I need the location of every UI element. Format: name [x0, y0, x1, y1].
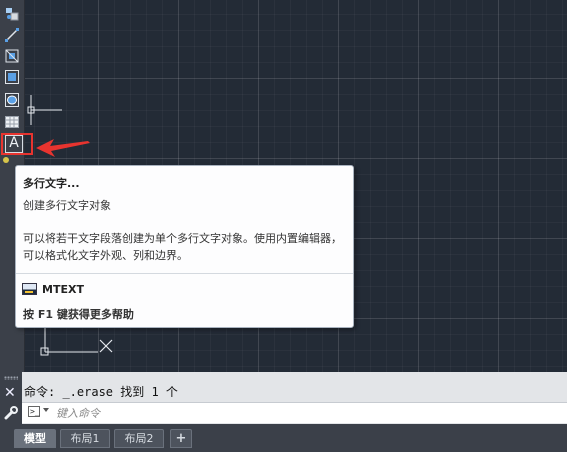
command-history-line: 命令: _.erase 找到 1 个: [24, 385, 178, 399]
close-icon[interactable]: ✕: [4, 386, 16, 400]
multiline-text-button[interactable]: A: [1, 133, 33, 155]
ellipse-icon[interactable]: [3, 91, 21, 109]
drag-handle-icon[interactable]: [4, 376, 18, 380]
tab-layout2[interactable]: 布局2: [114, 429, 164, 448]
command-line-panel: ✕ 命令: _.erase 找到 1 个 >_: [0, 372, 567, 424]
command-window-icon: [22, 283, 37, 295]
command-panel-grip[interactable]: ✕: [0, 372, 22, 424]
more-tools-indicator[interactable]: [3, 157, 9, 163]
line-icon[interactable]: [3, 26, 21, 44]
tooltip-command-name: MTEXT: [42, 283, 84, 296]
command-input[interactable]: [56, 405, 556, 421]
chevron-down-icon[interactable]: [43, 408, 49, 412]
tooltip-subtitle: 创建多行文字对象: [23, 199, 111, 212]
tab-layout1[interactable]: 布局1: [60, 429, 110, 448]
point-style-icon[interactable]: [3, 5, 21, 23]
command-prompt-icon[interactable]: >_: [28, 406, 40, 417]
region-icon[interactable]: [3, 47, 21, 65]
tab-model[interactable]: 模型: [14, 429, 56, 448]
red-arrow-annotation: [36, 139, 90, 157]
tooltip-title: 多行文字...: [23, 177, 80, 190]
tooltip-help-hint: 按 F1 键获得更多帮助: [23, 308, 134, 321]
table-icon[interactable]: [3, 113, 21, 131]
multiline-text-icon: A: [5, 135, 23, 153]
mtext-tooltip: 多行文字... 创建多行文字对象 可以将若干文字段落创建为单个多行文字对象。使用…: [15, 165, 354, 328]
tooltip-divider: [16, 273, 353, 274]
wrench-icon[interactable]: [4, 406, 18, 420]
command-input-row: >_: [22, 402, 567, 423]
add-layout-button[interactable]: +: [170, 429, 192, 448]
rectangle-select-icon[interactable]: [3, 68, 21, 86]
tooltip-description: 可以将若干文字段落创建为单个多行文字对象。使用内置编辑器，可以格式化文字外观、列…: [23, 232, 342, 262]
layout-tab-bar: 模型 布局1 布局2 +: [0, 424, 567, 452]
